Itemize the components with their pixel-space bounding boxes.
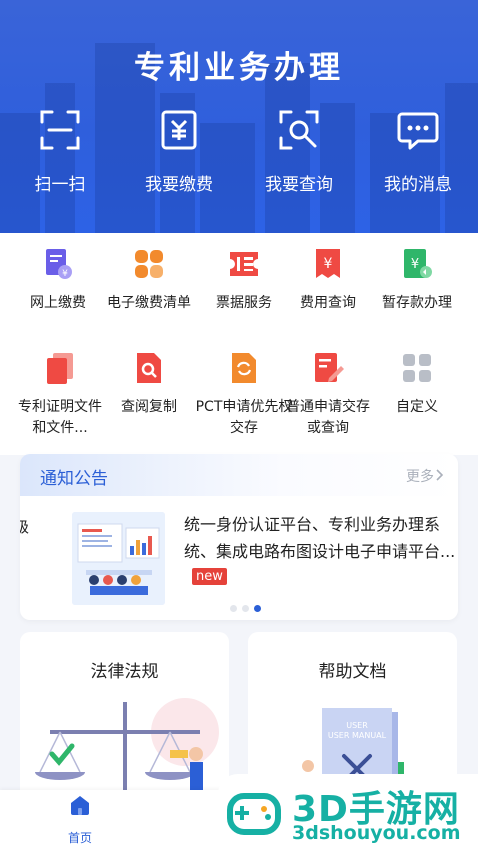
certificate-icon — [47, 353, 73, 384]
bill-list-icon — [135, 250, 163, 278]
svg-text:USER: USER — [346, 721, 368, 730]
pct-icon — [232, 353, 256, 383]
online-payment-icon: ¥ — [46, 249, 72, 279]
chevron-right-icon[interactable] — [435, 468, 444, 482]
notice-panel: 通知公告 更多 级 统一身份认证平台、专利业务办理系统、集成电路布图设计电子申请… — [20, 454, 458, 620]
gamepad-logo-icon — [227, 793, 281, 835]
carousel-dot-active[interactable] — [254, 605, 261, 612]
previous-slide-fragment: 级 — [20, 518, 30, 536]
new-badge: new — [192, 568, 227, 585]
service-document-search[interactable]: 查阅复制 — [103, 351, 195, 418]
service-deposit[interactable]: ¥ 暂存款办理 — [371, 247, 463, 314]
home-icon — [71, 796, 89, 815]
svg-text:¥: ¥ — [62, 269, 68, 279]
card-title: 法律法规 — [90, 662, 159, 682]
service-invoice[interactable]: 票据服务 — [198, 247, 290, 314]
quick-action-query[interactable]: 我要查询 — [239, 108, 359, 195]
header-banner: 专利业务办理 扫一扫 我要缴费 我要查询 我的消息 — [0, 0, 478, 233]
service-bill-list[interactable]: 电子缴费清单 — [103, 247, 195, 314]
invoice-icon — [230, 252, 258, 276]
more-link[interactable]: 更多 — [406, 466, 434, 486]
service-pct[interactable]: PCT申请优先权交存 — [192, 351, 296, 439]
watermark-url: 3dshouyou.com — [292, 822, 461, 844]
carousel-dot[interactable] — [230, 605, 237, 612]
page-title: 专利业务办理 — [134, 50, 344, 86]
carousel-dots — [230, 597, 266, 616]
fee-query-icon: ¥ — [316, 249, 340, 278]
search-query-icon — [279, 110, 319, 150]
notice-text[interactable]: 统一身份认证平台、专利业务办理系统、集成电路布图设计电子申请平台... — [184, 511, 458, 565]
service-customize[interactable]: 自定义 — [371, 351, 463, 418]
service-online-payment[interactable]: ¥ 网上缴费 — [12, 247, 104, 314]
card-title: 帮助文档 — [318, 662, 387, 682]
deposit-icon: ¥ — [404, 249, 432, 278]
payment-receipt-icon — [161, 110, 197, 150]
notice-thumbnail[interactable] — [72, 512, 165, 605]
edit-document-icon — [315, 353, 344, 382]
quick-action-scan[interactable]: 扫一扫 — [0, 108, 120, 195]
carousel-dot[interactable] — [242, 605, 249, 612]
service-fee-query[interactable]: ¥ 费用查询 — [282, 247, 374, 314]
quick-action-messages[interactable]: 我的消息 — [358, 108, 478, 195]
service-certificate[interactable]: 专利证明文件和文件... — [14, 351, 106, 439]
scan-icon — [40, 110, 80, 150]
svg-text:¥: ¥ — [324, 256, 333, 272]
app-screen: 专利业务办理 扫一扫 我要缴费 我要查询 我的消息 ¥ 网上缴费 电子缴费清单 … — [0, 0, 478, 850]
quick-action-payment[interactable]: 我要缴费 — [119, 108, 239, 195]
message-icon — [397, 112, 439, 150]
watermark: 3D手游网 3dshouyou.com — [218, 774, 478, 850]
service-grid: ¥ 网上缴费 电子缴费清单 票据服务 ¥ 费用查询 ¥ 暂存款办理 专利证明文件… — [0, 233, 478, 455]
document-search-icon — [137, 353, 161, 383]
svg-text:¥: ¥ — [411, 257, 419, 272]
tab-home[interactable]: 首页 — [58, 794, 102, 846]
service-general-application[interactable]: 普通申请交存或查询 — [282, 351, 374, 439]
manual-cover-text: USER MANUAL — [328, 731, 387, 740]
notice-title: 通知公告 — [40, 469, 108, 489]
grid-icon — [403, 354, 431, 382]
